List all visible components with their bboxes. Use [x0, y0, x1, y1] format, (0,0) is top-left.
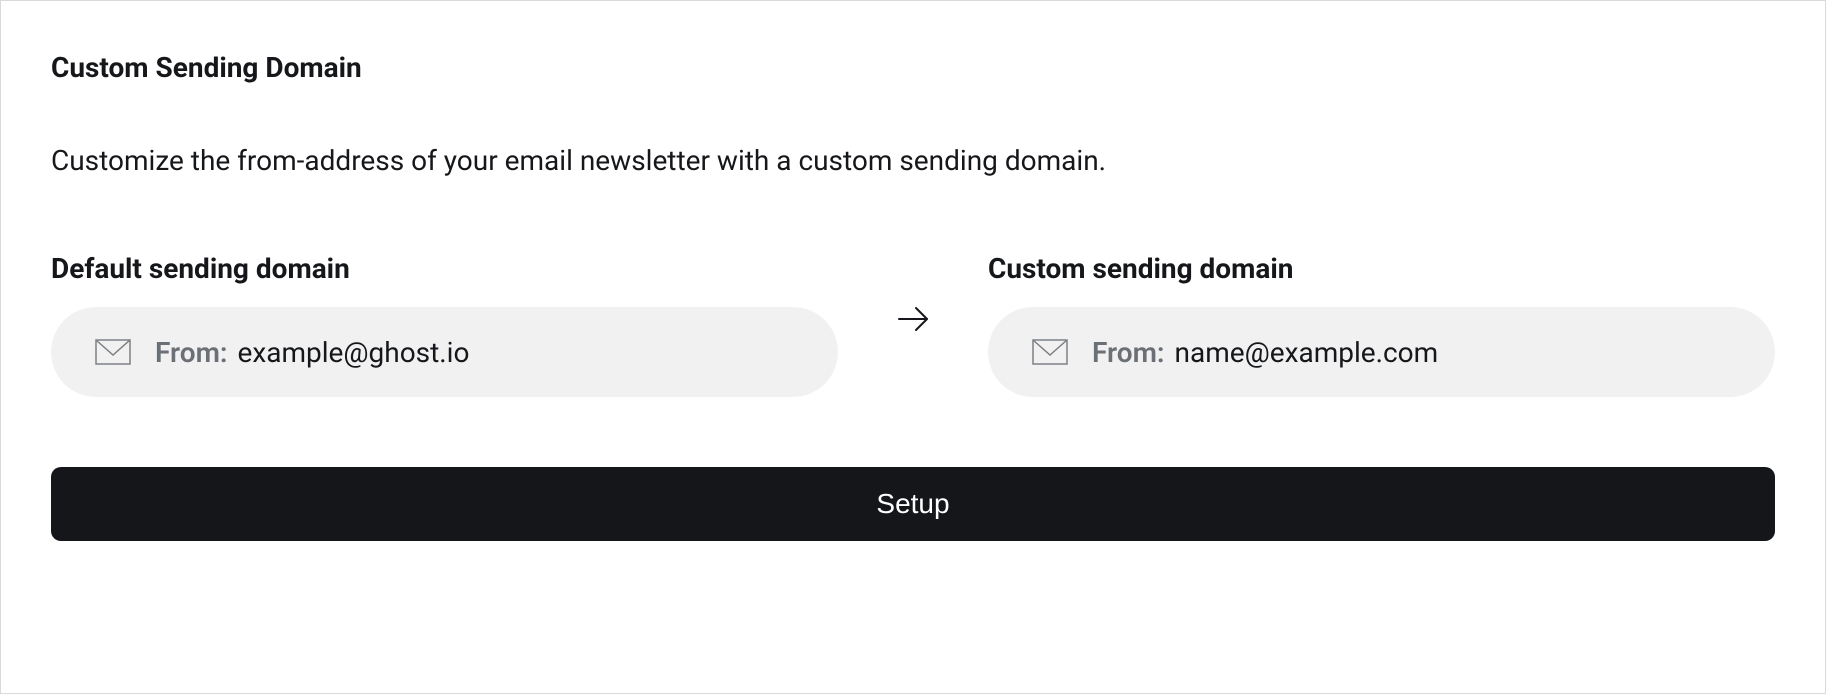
arrow-separator: [838, 252, 988, 336]
default-from-value: example@ghost.io: [238, 336, 470, 369]
custom-domain-pill: From: name@example.com: [988, 307, 1775, 397]
default-from-label: From:: [155, 336, 228, 369]
panel-title: Custom Sending Domain: [51, 51, 1775, 84]
custom-from-label: From:: [1092, 336, 1165, 369]
panel-description: Customize the from-address of your email…: [51, 144, 1775, 177]
domain-columns: Default sending domain From: example@gho…: [51, 252, 1775, 397]
default-domain-label: Default sending domain: [51, 252, 838, 285]
envelope-icon: [1032, 339, 1068, 365]
envelope-icon: [95, 339, 131, 365]
setup-button[interactable]: Setup: [51, 467, 1775, 541]
custom-sending-domain-panel: Custom Sending Domain Customize the from…: [0, 0, 1826, 694]
default-domain-column: Default sending domain From: example@gho…: [51, 252, 838, 397]
arrow-right-icon: [896, 302, 930, 336]
default-domain-pill: From: example@ghost.io: [51, 307, 838, 397]
custom-domain-column: Custom sending domain From: name@example…: [988, 252, 1775, 397]
custom-domain-label: Custom sending domain: [988, 252, 1775, 285]
custom-from-value: name@example.com: [1175, 336, 1439, 369]
